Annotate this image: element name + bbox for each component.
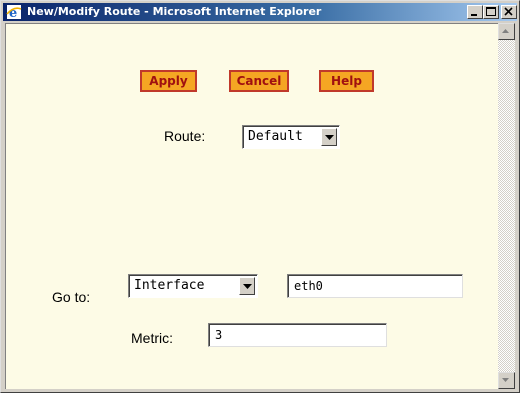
metric-label: Metric: bbox=[131, 330, 173, 346]
window-title: New/Modify Route - Microsoft Internet Ex… bbox=[27, 5, 322, 18]
route-select-arrow[interactable] bbox=[321, 128, 337, 146]
minimize-button[interactable] bbox=[467, 5, 483, 19]
scroll-down-button[interactable] bbox=[498, 372, 515, 389]
title-bar[interactable]: e New/Modify Route - Microsoft Internet … bbox=[3, 3, 517, 21]
goto-select[interactable]: Interface bbox=[128, 274, 258, 298]
maximize-button[interactable] bbox=[483, 5, 499, 19]
close-button[interactable] bbox=[501, 5, 517, 19]
chevron-down-icon bbox=[243, 284, 252, 289]
cancel-button[interactable]: Cancel bbox=[229, 70, 289, 92]
minimize-icon bbox=[471, 14, 477, 16]
scroll-up-button[interactable] bbox=[498, 23, 515, 40]
route-select[interactable]: Default bbox=[242, 125, 340, 149]
route-label: Route: bbox=[164, 128, 206, 144]
metric-input[interactable]: 3 bbox=[208, 323, 387, 347]
apply-button[interactable]: Apply bbox=[140, 70, 197, 92]
arrow-up-icon bbox=[502, 29, 509, 33]
vertical-scrollbar[interactable] bbox=[498, 23, 515, 389]
goto-label: Go to: bbox=[52, 289, 91, 305]
help-button[interactable]: Help bbox=[319, 70, 374, 92]
interface-input[interactable]: eth0 bbox=[287, 274, 463, 298]
ie-logo-icon: e bbox=[6, 4, 22, 21]
goto-select-value: Interface bbox=[134, 278, 205, 293]
arrow-down-icon bbox=[502, 378, 509, 382]
route-select-value: Default bbox=[248, 129, 303, 144]
goto-select-arrow[interactable] bbox=[239, 277, 255, 295]
chevron-down-icon bbox=[325, 135, 334, 140]
close-icon bbox=[504, 7, 513, 16]
page-content: Apply Cancel Help Route: Default Go to: … bbox=[5, 23, 498, 389]
maximize-icon bbox=[486, 7, 496, 16]
browser-window: e New/Modify Route - Microsoft Internet … bbox=[0, 0, 520, 393]
